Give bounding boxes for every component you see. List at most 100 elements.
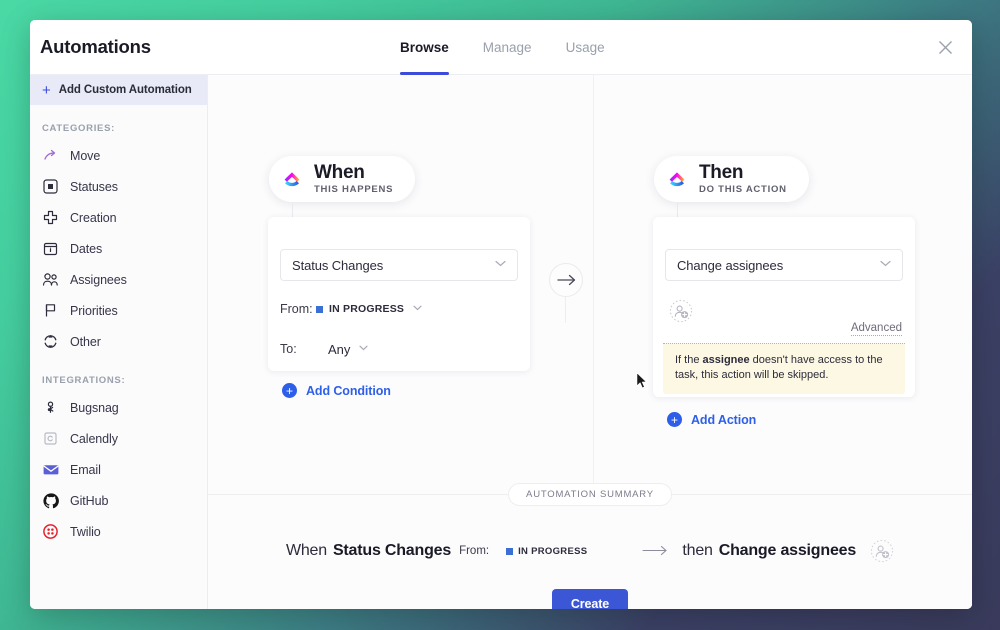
- create-button[interactable]: Create: [552, 589, 628, 609]
- to-status-value: Any: [328, 341, 351, 357]
- sidebar-item-label: Statuses: [70, 179, 118, 194]
- sidebar-item-label: Other: [70, 334, 101, 349]
- trigger-select-value: Status Changes: [292, 257, 384, 273]
- advanced-link[interactable]: Advanced: [850, 322, 902, 336]
- chevron-down-icon: [413, 304, 422, 314]
- sidebar-item-label: Dates: [70, 241, 103, 256]
- then-title: Then: [699, 161, 744, 183]
- calendly-icon: [42, 430, 59, 447]
- summary-from-label: From:: [459, 545, 490, 557]
- add-condition-label: Add Condition: [306, 383, 391, 398]
- to-label: To:: [280, 342, 297, 356]
- categories-header: CATEGORIES:: [42, 123, 115, 134]
- sidebar-item-statuses[interactable]: Statuses: [30, 171, 207, 202]
- then-subtitle: DO THIS ACTION: [699, 183, 787, 195]
- then-pill-text: Then DO THIS ACTION: [699, 161, 787, 196]
- summary-action: Change assignees: [718, 542, 857, 559]
- page-title: Automations: [40, 36, 151, 57]
- sync-icon: [42, 333, 59, 350]
- add-action-label: Add Action: [691, 412, 757, 427]
- chevron-down-icon: [880, 260, 891, 270]
- add-assignee-icon: [870, 539, 894, 563]
- when-title: When: [314, 161, 365, 183]
- summary-badge: AUTOMATION SUMMARY: [508, 483, 672, 506]
- bugsnag-icon: [42, 399, 59, 416]
- chevron-down-icon: [495, 260, 506, 270]
- builder-area: When THIS HAPPENS Status Changes From: I…: [208, 75, 972, 494]
- action-select-value: Change assignees: [677, 257, 784, 273]
- add-assignee-icon[interactable]: [669, 299, 693, 323]
- warning-prefix: If the: [675, 354, 703, 366]
- summary-status-label: IN PROGRESS: [518, 545, 588, 557]
- chevron-down-icon: [359, 344, 369, 354]
- sidebar-item-label: Twilio: [70, 524, 101, 539]
- summary-when-word: When: [285, 542, 327, 559]
- add-action-button[interactable]: + Add Action: [667, 412, 756, 427]
- plus-icon: +: [42, 81, 51, 99]
- sidebar-item-dates[interactable]: Dates: [30, 233, 207, 264]
- github-icon: [42, 492, 59, 509]
- summary-then-word: then: [682, 542, 713, 559]
- arrow-right-icon: [549, 263, 583, 297]
- add-condition-button[interactable]: + Add Condition: [282, 383, 391, 398]
- flag-icon: [42, 302, 59, 319]
- when-pill-header: When THIS HAPPENS: [269, 156, 416, 202]
- automation-builder-canvas: When THIS HAPPENS Status Changes From: I…: [208, 75, 972, 609]
- add-custom-automation-button[interactable]: + Add Custom Automation: [30, 75, 207, 105]
- sidebar-item-assignees[interactable]: Assignees: [30, 264, 207, 295]
- plus-circle-icon: +: [282, 383, 297, 398]
- sidebar-item-calendly[interactable]: Calendly: [30, 423, 207, 454]
- sidebar-item-label: Calendly: [70, 431, 118, 446]
- sidebar-item-twilio[interactable]: Twilio: [30, 516, 207, 547]
- close-icon[interactable]: [932, 34, 958, 60]
- modal-body: + Add Custom Automation CATEGORIES: Move: [30, 75, 972, 609]
- sidebar-item-priorities[interactable]: Priorities: [30, 295, 207, 326]
- to-row: To: Any: [280, 338, 518, 360]
- modal-header: Automations Browse Manage Usage: [30, 20, 972, 75]
- arrow-right-icon: [642, 544, 668, 559]
- add-custom-automation-label: Add Custom Automation: [58, 84, 192, 96]
- to-status-dropdown[interactable]: Any: [328, 341, 369, 357]
- tab-bar: Browse Manage Usage: [400, 20, 605, 75]
- arrow-stem: [565, 297, 566, 323]
- sidebar-item-move[interactable]: Move: [30, 140, 207, 171]
- clickup-logo-icon: [666, 168, 688, 190]
- status-square-icon: [42, 178, 59, 195]
- sidebar-item-label: GitHub: [70, 493, 109, 508]
- sidebar-item-email[interactable]: Email: [30, 454, 207, 485]
- sidebar-item-label: Creation: [70, 210, 117, 225]
- sidebar-item-creation[interactable]: Creation: [30, 202, 207, 233]
- sidebar-item-github[interactable]: GitHub: [30, 485, 207, 516]
- automation-summary-section: AUTOMATION SUMMARY When Status Changes F…: [208, 483, 972, 609]
- from-label: From:: [280, 302, 313, 316]
- tab-usage[interactable]: Usage: [566, 20, 605, 75]
- tab-manage[interactable]: Manage: [483, 20, 532, 75]
- twilio-icon: [42, 523, 59, 540]
- tab-browse[interactable]: Browse: [400, 20, 449, 75]
- trigger-select[interactable]: Status Changes: [280, 249, 518, 281]
- mouse-cursor: [636, 372, 648, 390]
- sidebar-item-bugsnag[interactable]: Bugsnag: [30, 392, 207, 423]
- summary-trigger: Status Changes: [332, 542, 452, 559]
- email-icon: [42, 461, 59, 478]
- assignee-warning-text: If the assignee doesn't have access to t…: [675, 353, 893, 383]
- sidebar-item-label: Assignees: [70, 272, 127, 287]
- calendar-icon: [42, 240, 59, 257]
- sidebar-item-other[interactable]: Other: [30, 326, 207, 357]
- warning-bold: assignee: [702, 354, 750, 366]
- automations-modal: Automations Browse Manage Usage + Add Cu…: [30, 20, 972, 609]
- sidebar-item-label: Bugsnag: [70, 400, 119, 415]
- action-select[interactable]: Change assignees: [665, 249, 903, 281]
- sidebar: + Add Custom Automation CATEGORIES: Move: [30, 75, 208, 609]
- from-status-dropdown[interactable]: IN PROGRESS: [316, 303, 422, 315]
- plus-cross-icon: [42, 209, 59, 226]
- sidebar-item-label: Priorities: [70, 303, 118, 318]
- sidebar-item-label: Email: [70, 462, 101, 477]
- assignee-warning-banner: If the assignee doesn't have access to t…: [663, 343, 905, 394]
- then-pill-header: Then DO THIS ACTION: [654, 156, 809, 202]
- when-card: Status Changes From: IN PROGRESS To: Any: [268, 217, 530, 371]
- plus-circle-icon: +: [667, 412, 682, 427]
- status-color-swatch: [316, 305, 323, 313]
- then-card: Change assignees Advanced If the assigne…: [653, 217, 915, 397]
- summary-badge-label: AUTOMATION SUMMARY: [526, 489, 654, 500]
